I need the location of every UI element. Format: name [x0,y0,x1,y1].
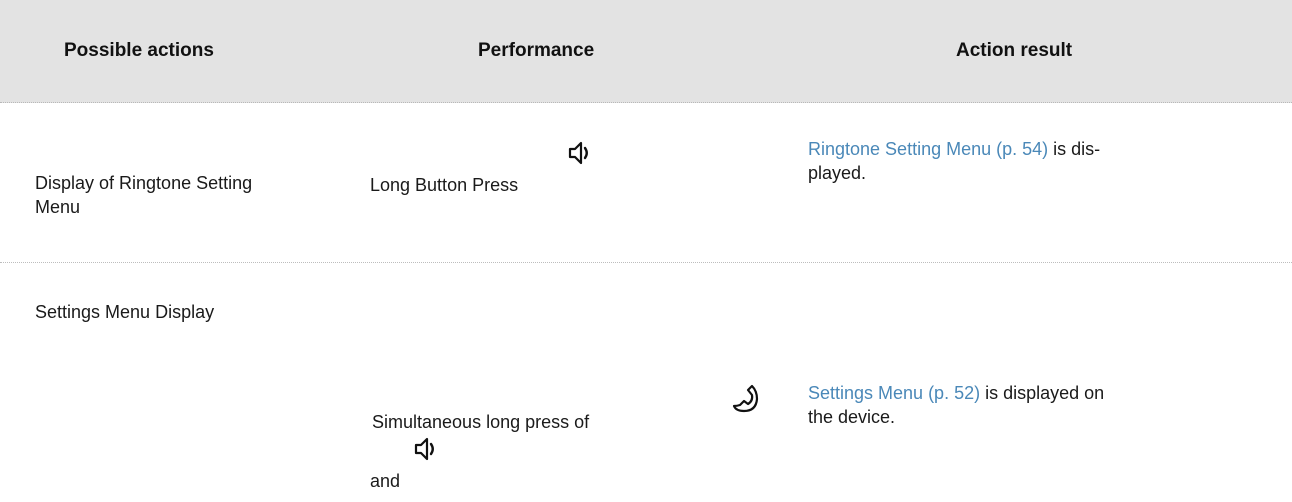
header-possible-actions: Possible actions [64,40,214,61]
row1-result-text-2: played. [808,163,867,183]
settings-menu-link[interactable]: Settings Menu (p. 52) [808,383,980,403]
row1-action-text: Display of Ringtone Setting Menu [35,173,253,217]
row2-performance-text-1: Simultaneous long press of [372,412,590,432]
handset-icon [732,384,759,413]
speaker-icon [568,141,588,165]
header-performance: Performance [478,40,595,61]
table-header: Possible actions Performance Action resu… [0,0,1292,103]
row2-performance-text-2: and [370,471,401,491]
row1-result: Ringtone Setting Menu (p. 54) is dis- pl… [808,137,1248,185]
row2-result-text-2: the device. [808,407,896,427]
row2-performance-line2: and [370,469,400,493]
row2-result: Settings Menu (p. 52) is displayed on th… [808,381,1248,429]
row1-performance-text: Long Button Press [370,175,519,195]
header-action-result: Action result [956,40,1073,61]
row-divider [0,262,1292,263]
row2-performance-line1: Simultaneous long press of [372,410,589,434]
ringtone-setting-menu-link[interactable]: Ringtone Setting Menu (p. 54) [808,139,1048,159]
speaker-icon [414,437,434,461]
row2-result-text-1: is displayed on [980,383,1105,403]
row1-performance: Long Button Press [370,173,518,197]
row2-action: Settings Menu Display [35,300,214,324]
row2-action-text: Settings Menu Display [35,302,215,322]
row1-action: Display of Ringtone Setting Menu [35,171,295,219]
actions-table: Possible actions Performance Action resu… [0,0,1292,502]
row1-result-text-1: is dis- [1048,139,1101,159]
